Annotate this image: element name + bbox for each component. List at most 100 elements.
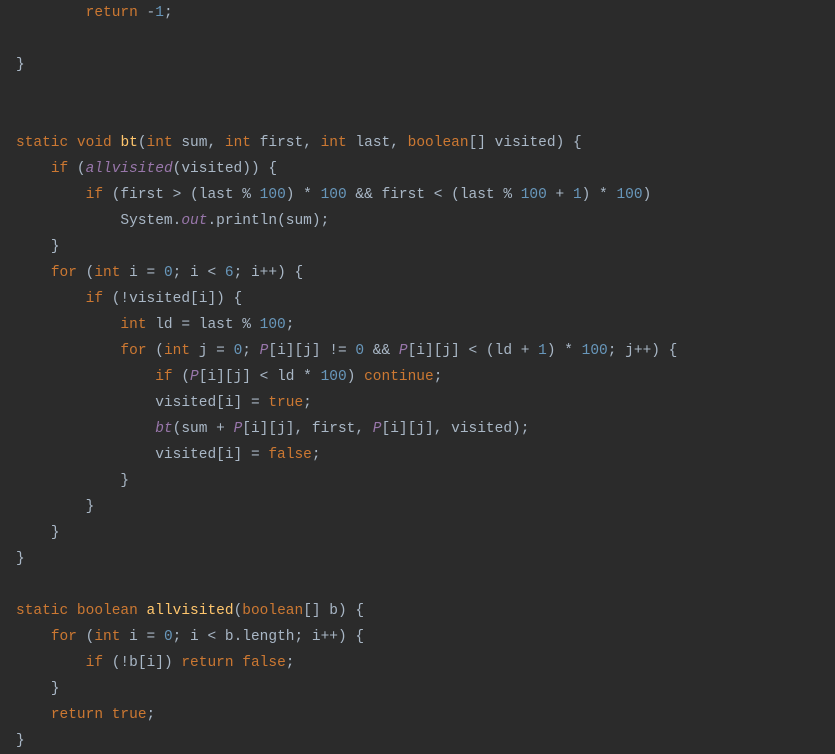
code-token: true bbox=[268, 395, 303, 411]
code-token: { bbox=[268, 161, 277, 177]
code-token: false bbox=[268, 447, 312, 463]
code-line: static void bt(int sum, int first, int l… bbox=[16, 135, 582, 151]
code-token: for bbox=[51, 629, 77, 645]
code-token: (sum + bbox=[173, 421, 234, 437]
code-line: static boolean allvisited(boolean[] b) { bbox=[16, 603, 364, 619]
code-token: void bbox=[77, 135, 112, 151]
code-token: 1 bbox=[573, 187, 582, 203]
code-token: [] bbox=[469, 135, 486, 151]
code-token: if bbox=[86, 655, 103, 671]
code-line: int ld = last % 100; bbox=[16, 317, 294, 333]
code-token: 6 bbox=[225, 265, 234, 281]
code-token: int bbox=[164, 343, 190, 359]
code-token: continue bbox=[364, 369, 434, 385]
code-token: } bbox=[51, 525, 60, 541]
code-token: boolean bbox=[242, 603, 303, 619]
code-token: last bbox=[355, 135, 390, 151]
code-token: int bbox=[120, 317, 146, 333]
code-token: ( bbox=[138, 135, 147, 151]
code-editor[interactable]: return -1; } static void bt(int sum, int… bbox=[0, 0, 835, 754]
code-token: 100 bbox=[321, 187, 347, 203]
code-token: i = bbox=[129, 265, 164, 281]
code-token: System. bbox=[120, 213, 181, 229]
code-token: ( bbox=[181, 369, 190, 385]
code-line: } bbox=[16, 733, 25, 749]
code-token: ( bbox=[155, 343, 164, 359]
code-token: 100 bbox=[260, 187, 286, 203]
code-token: 0 bbox=[164, 265, 173, 281]
code-token: ; bbox=[434, 369, 443, 385]
code-token: return bbox=[181, 655, 233, 671]
code-line: for (int j = 0; P[i][j] != 0 && P[i][j] … bbox=[16, 343, 677, 359]
code-line: if (first > (last % 100) * 100 && first … bbox=[16, 187, 651, 203]
code-line: for (int i = 0; i < 6; i++) { bbox=[16, 265, 303, 281]
code-token: j = bbox=[199, 343, 234, 359]
code-token: if bbox=[86, 291, 103, 307]
code-token: ; bbox=[164, 5, 173, 21]
code-line: if (!visited[i]) { bbox=[16, 291, 242, 307]
code-token: ( bbox=[77, 161, 86, 177]
code-token: } bbox=[16, 733, 25, 749]
code-token: ; bbox=[242, 343, 259, 359]
code-token: } bbox=[51, 681, 60, 697]
code-token: (first > (last % bbox=[112, 187, 260, 203]
code-token: P bbox=[399, 343, 408, 359]
code-token: 100 bbox=[321, 369, 347, 385]
code-token: return bbox=[51, 707, 103, 723]
code-token: ) * bbox=[286, 187, 321, 203]
code-token: [] b) { bbox=[303, 603, 364, 619]
code-token: 0 bbox=[164, 629, 173, 645]
code-line: return -1; bbox=[16, 5, 173, 21]
code-token: ) bbox=[643, 187, 652, 203]
code-line: visited[i] = true; bbox=[16, 395, 312, 411]
code-token: ; i < bbox=[173, 265, 225, 281]
code-token: , bbox=[303, 135, 312, 151]
code-token: allvisited bbox=[147, 603, 234, 619]
code-token: } bbox=[16, 57, 25, 73]
code-token: [i][j], visited); bbox=[382, 421, 530, 437]
code-line: } bbox=[16, 57, 25, 73]
code-line: } bbox=[16, 551, 25, 567]
code-token: } bbox=[120, 473, 129, 489]
code-token: .println(sum); bbox=[207, 213, 329, 229]
code-token: [i][j] < ld * bbox=[199, 369, 321, 385]
code-token: + bbox=[556, 187, 573, 203]
code-token: return bbox=[86, 5, 138, 21]
code-token: - bbox=[147, 5, 156, 21]
code-token: [i][j], first, bbox=[242, 421, 373, 437]
code-token: { bbox=[573, 135, 582, 151]
code-token: boolean bbox=[77, 603, 138, 619]
code-token: 1 bbox=[538, 343, 547, 359]
code-token: out bbox=[181, 213, 207, 229]
code-token: (visited)) bbox=[173, 161, 260, 177]
code-token: 0 bbox=[234, 343, 243, 359]
code-token: } bbox=[16, 551, 25, 567]
code-line: } bbox=[16, 239, 60, 255]
code-token: static bbox=[16, 135, 68, 151]
code-token: && first < (last % bbox=[355, 187, 520, 203]
code-token: ; i < b.length; i++) { bbox=[173, 629, 364, 645]
code-token: visited[i] = bbox=[155, 447, 268, 463]
code-token: ; bbox=[286, 317, 295, 333]
code-token: ) * bbox=[547, 343, 582, 359]
code-token: i = bbox=[129, 629, 164, 645]
code-token: int bbox=[225, 135, 251, 151]
code-token: [i][j] < (ld + bbox=[408, 343, 539, 359]
code-line: bt(sum + P[i][j], first, P[i][j], visite… bbox=[16, 421, 529, 437]
code-line: } bbox=[16, 525, 60, 541]
code-token: P bbox=[373, 421, 382, 437]
code-token: ; bbox=[286, 655, 295, 671]
code-token: ; j++) { bbox=[608, 343, 678, 359]
code-token: 100 bbox=[582, 343, 608, 359]
code-token: } bbox=[86, 499, 95, 515]
code-token: int bbox=[321, 135, 347, 151]
code-line: } bbox=[16, 681, 60, 697]
code-token: 0 bbox=[355, 343, 364, 359]
code-token: first bbox=[260, 135, 304, 151]
code-token: 100 bbox=[521, 187, 547, 203]
code-token: [i][j] != bbox=[268, 343, 355, 359]
code-token: } bbox=[51, 239, 60, 255]
code-token: int bbox=[94, 629, 120, 645]
code-token: P bbox=[234, 421, 243, 437]
code-token: ; i++) { bbox=[234, 265, 304, 281]
